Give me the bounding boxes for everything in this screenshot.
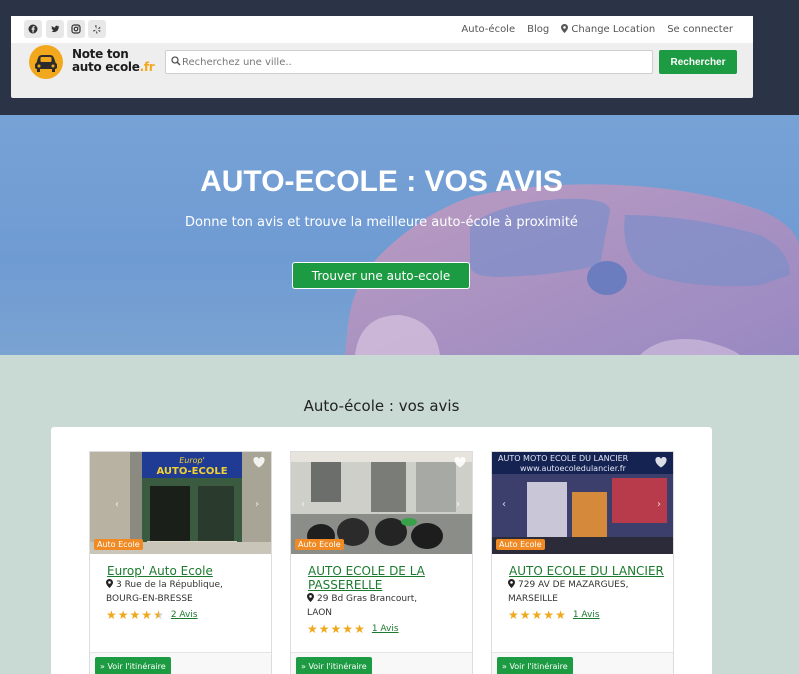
address-line: 29 Bd Gras Brancourt, (317, 594, 418, 604)
sign-text-bottom: AUTO-ECOLE (156, 466, 227, 477)
heart-icon[interactable] (253, 457, 265, 468)
twitter-icon[interactable] (46, 20, 64, 38)
reviews-section: Auto-école : vos avis Europ' AUTO-ECOLE … (0, 355, 799, 674)
star-icon: ★ (555, 608, 566, 622)
top-links: Auto-école Blog Change Location Se conne… (461, 16, 733, 43)
card-footer: » Voir l'itinéraire (90, 652, 271, 674)
svg-text:‹: ‹ (301, 499, 305, 510)
address-city: LAON (307, 608, 333, 618)
directions-button[interactable]: » Voir l'itinéraire (296, 657, 372, 674)
category-badge: Auto Ecole (295, 539, 344, 550)
sign-text-url: www.autoecoledulancier.fr (520, 464, 627, 473)
yelp-icon[interactable] (88, 20, 106, 38)
school-photo[interactable]: ‹ › Auto Ecole (291, 452, 472, 554)
heart-icon[interactable] (454, 457, 466, 468)
review-count-link[interactable]: 1 Avis (573, 610, 600, 620)
navbar-top-row: Auto-école Blog Change Location Se conne… (11, 16, 753, 43)
nav-link-auto-ecole[interactable]: Auto-école (461, 24, 515, 35)
directions-label: Voir l'itinéraire (107, 661, 166, 671)
facebook-icon[interactable] (24, 20, 42, 38)
nav-link-blog[interactable]: Blog (527, 24, 549, 35)
address-line: 3 Rue de la République, (116, 580, 223, 590)
directions-button[interactable]: » Voir l'itinéraire (497, 657, 573, 674)
rating-stars: ★ ★ ★ ★ ★ 2 Avis (106, 609, 198, 621)
directions-button[interactable]: » Voir l'itinéraire (95, 657, 171, 674)
logo-line-2-main: auto ecole (72, 60, 140, 74)
star-icon: ★ (106, 608, 117, 622)
nav-link-login[interactable]: Se connecter (667, 24, 733, 35)
school-card[interactable]: AUTO MOTO ECOLE DU LANCIER www.autoecole… (491, 451, 674, 674)
star-icon: ★ (318, 622, 330, 636)
school-name-link[interactable]: AUTO ECOLE DU LANCIER (509, 564, 669, 578)
map-pin-icon (508, 579, 515, 588)
rating-stars: ★ ★ ★ ★ ★ 1 Avis (508, 609, 600, 621)
star-icon: ★ (543, 608, 555, 622)
svg-text:›: › (456, 499, 460, 510)
search-input[interactable] (182, 53, 642, 71)
logo-text: Note ton auto ecole.fr (72, 48, 155, 74)
star-icon: ★ (330, 622, 342, 636)
car-logo-icon (29, 45, 63, 79)
heart-icon[interactable] (655, 457, 667, 468)
hero-subtitle: Donne ton avis et trouve la meilleure au… (185, 215, 578, 230)
school-name-link[interactable]: AUTO ECOLE DE LA PASSERELLE (308, 564, 468, 592)
school-card[interactable]: Europ' AUTO-ECOLE ‹ › Auto Ecole Europ' … (89, 451, 272, 674)
star-icon: ★ (307, 622, 318, 636)
search-icon (171, 56, 181, 66)
site-logo[interactable]: Note ton auto ecole.fr (28, 44, 158, 80)
sign-text-top: AUTO MOTO ECOLE DU LANCIER (498, 454, 629, 463)
school-address: 29 Bd Gras Brancourt, LAON (307, 592, 469, 620)
category-badge: Auto Ecole (94, 539, 143, 550)
category-badge: Auto Ecole (496, 539, 545, 550)
review-count-link[interactable]: 2 Avis (171, 610, 198, 620)
instagram-icon[interactable] (67, 20, 85, 38)
address-city: MARSEILLE (508, 594, 558, 604)
school-address: 729 AV DE MAZARGUES, MARSEILLE (508, 578, 670, 606)
star-icon: ★ (508, 608, 519, 622)
directions-label: Voir l'itinéraire (509, 661, 568, 671)
svg-text:›: › (255, 499, 259, 510)
star-icon: ★ (354, 622, 365, 636)
card-footer: » Voir l'itinéraire (492, 652, 673, 674)
search-button[interactable]: Rechercher (659, 50, 737, 74)
card-footer: » Voir l'itinéraire (291, 652, 472, 674)
cards-panel: Europ' AUTO-ECOLE ‹ › Auto Ecole Europ' … (51, 427, 712, 674)
address-line: 729 AV DE MAZARGUES, (518, 580, 629, 590)
logo-suffix: .fr (139, 60, 155, 74)
change-location-label: Change Location (571, 24, 656, 35)
school-name-link[interactable]: Europ' Auto Ecole (107, 564, 267, 578)
review-count-link[interactable]: 1 Avis (372, 624, 399, 634)
logo-line-2: auto ecole.fr (72, 60, 155, 74)
rating-stars: ★ ★ ★ ★ ★ 1 Avis (307, 623, 399, 635)
school-photo[interactable]: AUTO MOTO ECOLE DU LANCIER www.autoecole… (492, 452, 673, 554)
star-icon: ★ (531, 608, 543, 622)
school-address: 3 Rue de la République, BOURG-EN-BRESSE (106, 578, 268, 606)
svg-text:‹: ‹ (502, 499, 506, 510)
directions-label: Voir l'itinéraire (308, 661, 367, 671)
map-pin-icon (106, 579, 113, 588)
school-card[interactable]: ‹ › Auto Ecole AUTO ECOLE DE LA PASSEREL… (290, 451, 473, 674)
star-icon: ★ (129, 608, 141, 622)
map-pin-icon (307, 593, 314, 602)
find-driving-school-button[interactable]: Trouver une auto-ecole (292, 262, 470, 289)
svg-text:‹: ‹ (115, 499, 119, 510)
star-icon: ★ (342, 622, 354, 636)
school-photo[interactable]: Europ' AUTO-ECOLE ‹ › Auto Ecole (90, 452, 271, 554)
star-icon: ★ (519, 608, 531, 622)
hero-banner: AUTO-ECOLE : VOS AVIS Donne ton avis et … (0, 115, 799, 355)
nav-link-change-location[interactable]: Change Location (561, 24, 655, 35)
section-title: Auto-école : vos avis (303, 397, 460, 415)
search-box (165, 50, 653, 74)
star-half-icon: ★ (153, 608, 164, 622)
star-icon: ★ (141, 608, 153, 622)
hero-title: AUTO-ECOLE : VOS AVIS (200, 165, 563, 198)
navbar: Auto-école Blog Change Location Se conne… (11, 16, 753, 98)
star-icon: ★ (117, 608, 129, 622)
car-background-image (345, 184, 799, 355)
sign-text-top: Europ' (179, 456, 205, 465)
svg-text:›: › (657, 499, 661, 510)
address-city: BOURG-EN-BRESSE (106, 594, 193, 604)
map-pin-icon (561, 24, 569, 33)
